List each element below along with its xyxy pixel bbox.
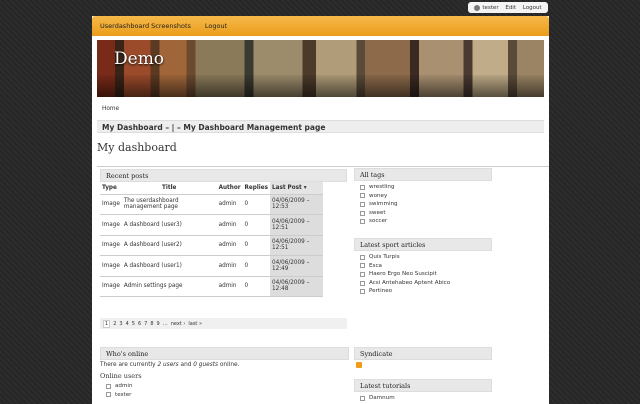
list-item[interactable]: swimming (360, 200, 492, 209)
cell-author[interactable]: admin (216, 214, 243, 236)
list-item[interactable]: admin (106, 382, 349, 391)
header-banner: Demo (97, 40, 544, 97)
pager-item[interactable]: 3 (119, 321, 122, 327)
cell-title[interactable]: A dashboard (user2) (121, 235, 217, 256)
table-row: Image A dashboard (user2) admin 0 04/06/… (100, 235, 323, 256)
logout-link[interactable]: Logout (523, 5, 542, 11)
cell-title[interactable]: A dashboard (user3) (121, 214, 217, 236)
cell-author[interactable]: admin (216, 194, 243, 215)
table-row: Image Admin settings page admin 0 04/06/… (100, 276, 323, 297)
pager-item[interactable]: 2 (113, 321, 116, 327)
nav-item-screenshots[interactable]: Userdashboard Screenshots (100, 22, 191, 30)
pager: 1 2 3 4 5 6 7 8 9 … next › last » (100, 318, 347, 329)
pager-item[interactable]: 5 (132, 321, 135, 327)
list-item[interactable]: wrestling (360, 183, 492, 192)
online-summary: There are currently 2 users and 0 guests… (100, 362, 240, 368)
recent-posts-block: Recent posts Type Title Author Replies L… (100, 169, 347, 297)
list-item[interactable]: soccer (360, 217, 492, 226)
pager-item[interactable]: 6 (138, 321, 141, 327)
latest-tutorials-title[interactable]: Latest tutorials (354, 379, 492, 392)
pager-current: 1 (103, 319, 111, 328)
cell-replies: 0 (242, 276, 270, 297)
cell-title[interactable]: Admin settings page (121, 276, 217, 297)
user-link[interactable]: tester (474, 4, 499, 11)
sport-list: Quis Turpis Esca Haero Ergo Neo Suscipit… (354, 253, 492, 296)
col-type: Type (100, 182, 122, 195)
whos-online-block: Who's online There are currently 2 users… (100, 347, 349, 399)
user-bar: tester Edit Logout (468, 2, 548, 13)
all-tags-title[interactable]: All tags (354, 168, 492, 181)
nav-item-logout[interactable]: Logout (205, 22, 227, 30)
list-item[interactable]: tester (106, 391, 349, 400)
col-author[interactable]: Author (216, 182, 243, 195)
cell-last-post: 04/06/2009 – 12:48 (270, 276, 323, 297)
sort-down-icon: ▾ (303, 184, 307, 191)
pager-last[interactable]: last » (188, 321, 202, 327)
list-item[interactable]: Pertineo (360, 287, 492, 296)
edit-link[interactable]: Edit (505, 5, 516, 11)
list-item[interactable]: sweet (360, 209, 492, 218)
page-title-bar: My Dashboard – | – My Dashboard Manageme… (97, 120, 544, 133)
cell-type: Image (100, 276, 122, 297)
list-item[interactable]: Damnum (360, 394, 492, 403)
cell-replies: 0 (242, 255, 270, 277)
recent-posts-title[interactable]: Recent posts (100, 169, 347, 182)
cell-author[interactable]: admin (216, 235, 243, 256)
cell-type: Image (100, 255, 122, 277)
cell-author[interactable]: admin (216, 255, 243, 277)
cell-title[interactable]: A dashboard (user1) (121, 255, 217, 277)
cell-author[interactable]: admin (216, 276, 243, 297)
cell-last-post: 04/06/2009 – 12:53 (270, 194, 323, 215)
col-last-post[interactable]: Last Post ▾ (270, 182, 323, 195)
cell-type: Image (100, 194, 122, 215)
pager-item[interactable]: 4 (126, 321, 129, 327)
primary-nav: Userdashboard Screenshots Logout (92, 16, 549, 36)
breadcrumb[interactable]: Home (102, 106, 119, 112)
cell-type: Image (100, 214, 122, 236)
pager-ellipsis: … (162, 320, 168, 327)
online-users-title: Online users (100, 372, 142, 380)
col-replies[interactable]: Replies (242, 182, 270, 195)
list-item[interactable]: Quis Turpis (360, 253, 492, 262)
col-title[interactable]: Title (121, 182, 217, 195)
table-row: Image The userdashboard management page … (100, 194, 323, 215)
syndicate-title: Syndicate (354, 347, 492, 360)
site-name[interactable]: Demo (114, 49, 164, 69)
cell-replies: 0 (242, 235, 270, 256)
cell-title[interactable]: The userdashboard management page (121, 194, 217, 215)
user-icon (474, 4, 481, 11)
table-row: Image A dashboard (user3) admin 0 04/06/… (100, 214, 323, 236)
page-container: Userdashboard Screenshots Logout Demo Ho… (92, 16, 549, 404)
right-bottom-column: Syndicate Latest tutorials Damnum (354, 347, 492, 403)
rss-icon[interactable] (356, 362, 362, 368)
list-item[interactable]: Haero Ergo Neo Suscipit (360, 270, 492, 279)
cell-last-post: 04/06/2009 – 12:51 (270, 235, 323, 256)
cell-replies: 0 (242, 194, 270, 215)
pager-item[interactable]: 9 (157, 321, 160, 327)
page-heading: My dashboard (97, 141, 177, 154)
cell-last-post: 04/06/2009 – 12:51 (270, 214, 323, 236)
table-row: Image A dashboard (user1) admin 0 04/06/… (100, 255, 323, 277)
tags-list: wrestling woney swimming sweet soccer (354, 183, 492, 226)
cell-type: Image (100, 235, 122, 256)
list-item[interactable]: Acsi Antehabeo Aptent Abico (360, 279, 492, 288)
sport-articles-title[interactable]: Latest sport articles (354, 237, 492, 251)
pager-item[interactable]: 7 (144, 321, 147, 327)
list-item[interactable]: Esca (360, 262, 492, 271)
online-users-list: admin tester (100, 382, 349, 399)
whos-online-title: Who's online (100, 347, 349, 360)
right-sidebar: All tags wrestling woney swimming sweet … (354, 168, 492, 296)
cell-last-post: 04/06/2009 – 12:49 (270, 255, 323, 277)
pager-next[interactable]: next › (171, 321, 186, 327)
recent-posts-table: Type Title Author Replies Last Post ▾ Im… (100, 182, 323, 297)
cell-replies: 0 (242, 214, 270, 236)
list-item[interactable]: woney (360, 192, 492, 201)
pager-item[interactable]: 8 (150, 321, 153, 327)
tutorials-list: Damnum (354, 394, 492, 403)
